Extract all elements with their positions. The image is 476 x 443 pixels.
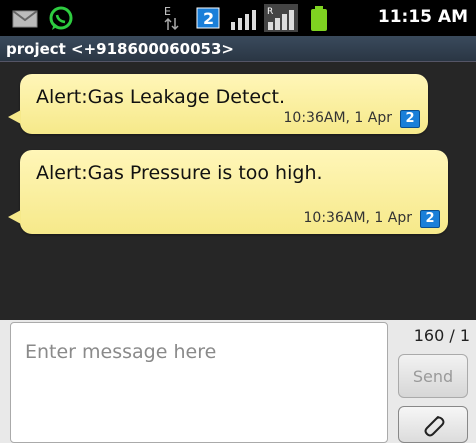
email-icon xyxy=(12,10,38,28)
thread-title: project <+918600060053> xyxy=(6,40,234,58)
svg-text:R: R xyxy=(267,7,273,17)
message-text: Alert:Gas Leakage Detect. xyxy=(36,86,286,108)
compose-area: 160 / 1 Send xyxy=(0,320,476,443)
status-bar: E 2 R 11:15 AM xyxy=(0,0,476,36)
delivered-icon: 2 xyxy=(400,110,420,128)
message-timestamp: 10:36AM, 1 Apr xyxy=(303,210,412,226)
svg-text:2: 2 xyxy=(203,9,214,28)
signal-icon xyxy=(231,10,256,30)
thread-header[interactable]: project <+918600060053> xyxy=(0,36,476,62)
message-text: Alert:Gas Pressure is too high. xyxy=(36,162,323,184)
whatsapp-icon xyxy=(49,6,73,30)
battery-icon xyxy=(311,6,327,31)
message-bubble[interactable]: Alert:Gas Pressure is too high. 10:36AM,… xyxy=(8,150,448,234)
message-timestamp: 10:36AM, 1 Apr xyxy=(283,110,392,126)
roaming-signal-icon: R xyxy=(264,4,298,32)
send-button[interactable]: Send xyxy=(398,354,468,398)
edge-data-icon: E xyxy=(164,5,179,31)
attach-button[interactable] xyxy=(398,406,468,443)
network-type-label: E xyxy=(164,5,171,18)
message-input[interactable] xyxy=(10,322,388,443)
status-time: 11:15 AM xyxy=(377,7,468,27)
char-counter: 160 / 1 xyxy=(413,326,470,345)
sim-icon: 2 xyxy=(196,7,220,29)
delivered-icon: 2 xyxy=(420,210,440,228)
message-bubble[interactable]: Alert:Gas Leakage Detect. 10:36AM, 1 Apr… xyxy=(8,74,428,134)
paperclip-icon xyxy=(424,415,445,436)
